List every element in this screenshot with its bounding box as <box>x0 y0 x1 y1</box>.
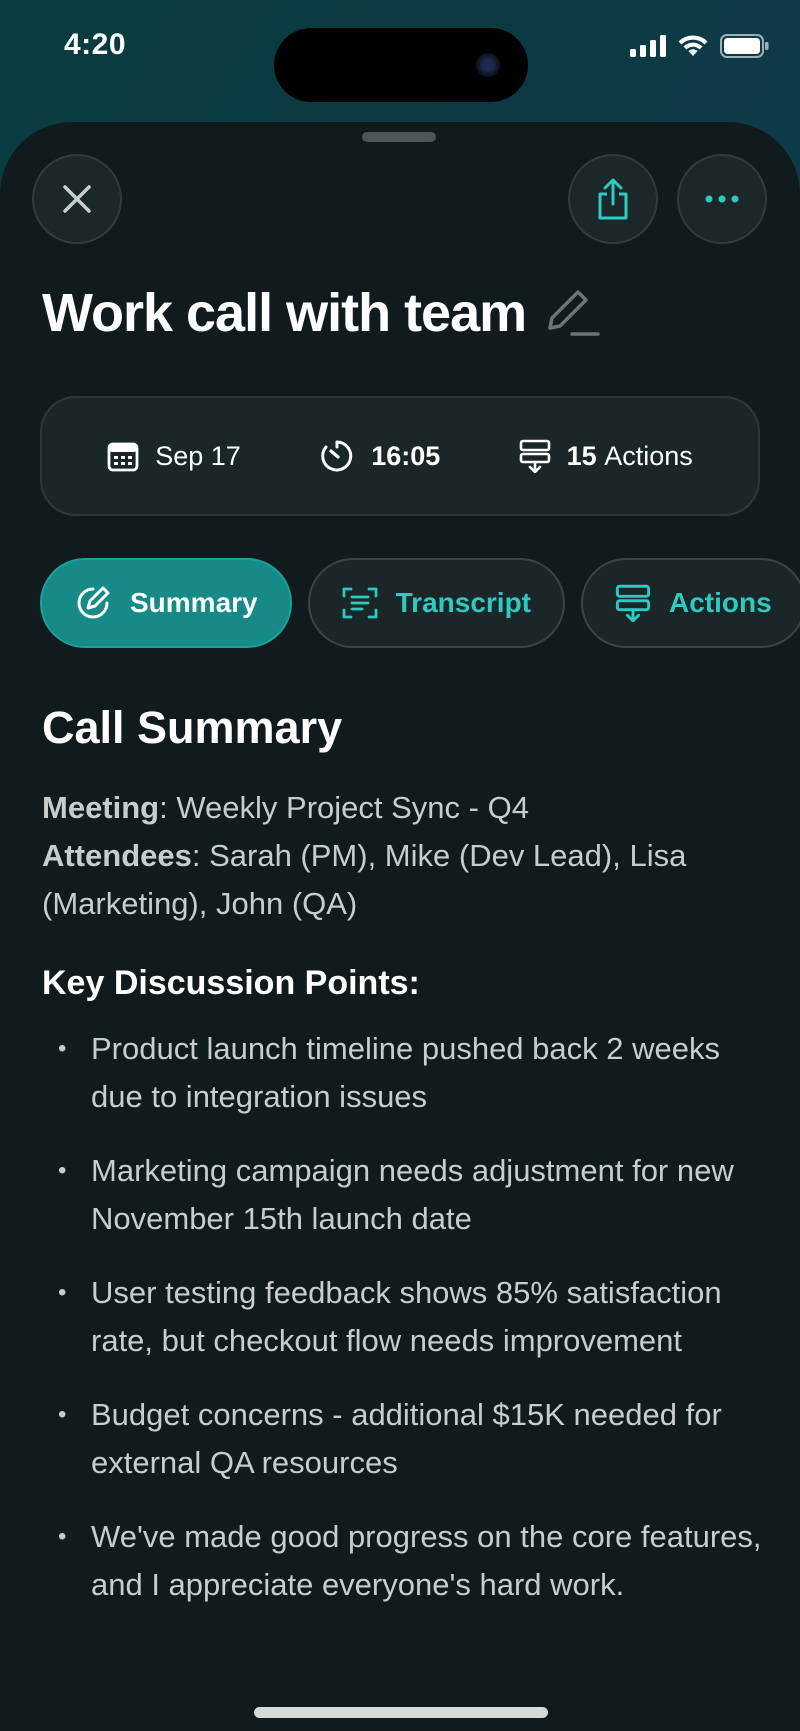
tab-actions-label: Actions <box>669 587 772 618</box>
more-options-button[interactable] <box>677 154 767 244</box>
list-item: User testing feedback shows 85% satisfac… <box>42 1269 762 1365</box>
close-button[interactable] <box>32 154 122 244</box>
summary-heading: Call Summary <box>42 702 343 753</box>
attendees-line: Attendees: Sarah (PM), Mike (Dev Lead), … <box>42 832 762 928</box>
tab-bar: Summary Transcript Actions <box>40 558 800 648</box>
calendar-icon <box>107 442 139 472</box>
actions-info: 15 Actions <box>519 439 693 473</box>
key-points-list: Product launch timeline pushed back 2 we… <box>42 1025 762 1609</box>
battery-icon <box>720 34 769 58</box>
title-row: Work call with team <box>42 282 600 344</box>
meeting-label: Meeting <box>42 790 160 825</box>
duration-label: 16:05 <box>371 440 441 471</box>
list-item: We've made good progress on the core fea… <box>42 1513 762 1609</box>
duration-info: 16:05 <box>319 438 440 474</box>
page-title: Work call with team <box>42 283 527 343</box>
tab-actions[interactable]: Actions <box>581 558 800 648</box>
list-item: Budget concerns - additional $15K needed… <box>42 1391 762 1487</box>
meeting-line: Meeting: Weekly Project Sync - Q4 <box>42 784 762 832</box>
transcript-icon <box>342 587 378 619</box>
list-item: Marketing campaign needs adjustment for … <box>42 1147 762 1243</box>
sheet-grabber[interactable] <box>362 132 436 142</box>
tab-summary[interactable]: Summary <box>40 558 292 648</box>
share-button[interactable] <box>568 154 658 244</box>
status-time: 4:20 <box>64 28 127 61</box>
status-bar: 4:20 <box>0 0 800 110</box>
screen: 4:20 Work call with team Sep 17 16:05 15… <box>0 0 800 1731</box>
date-info: Sep 17 <box>107 440 241 472</box>
actions-icon <box>519 439 550 473</box>
dynamic-island <box>274 28 528 102</box>
pencil-icon[interactable] <box>544 288 600 338</box>
actions-count: 15 <box>566 440 597 471</box>
recording-detail-sheet: Work call with team Sep 17 16:05 15 Acti… <box>0 122 800 1731</box>
key-points-heading: Key Discussion Points: <box>42 964 420 1002</box>
camera-icon <box>476 53 500 77</box>
status-icons <box>630 34 770 58</box>
attendees-label: Attendees <box>42 838 192 873</box>
date-label: Sep 17 <box>155 440 241 471</box>
meeting-value: : Weekly Project Sync - Q4 <box>159 790 529 825</box>
wifi-icon <box>678 35 708 56</box>
summary-icon <box>77 586 110 619</box>
list-item: Product launch timeline pushed back 2 we… <box>42 1025 762 1121</box>
tab-summary-label: Summary <box>130 587 258 618</box>
recording-info-card: Sep 17 16:05 15 Actions <box>40 396 760 516</box>
actions-label: Actions <box>604 440 693 471</box>
timer-icon <box>321 440 353 472</box>
tab-transcript[interactable]: Transcript <box>307 558 566 648</box>
share-icon <box>598 178 628 220</box>
close-icon <box>63 185 91 213</box>
summary-content: Call Summary Meeting: Weekly Project Syn… <box>42 702 762 1635</box>
actions-icon <box>615 584 651 622</box>
more-icon <box>705 195 739 203</box>
home-indicator[interactable] <box>254 1707 548 1718</box>
tab-transcript-label: Transcript <box>395 587 532 618</box>
signal-icon <box>630 35 666 57</box>
